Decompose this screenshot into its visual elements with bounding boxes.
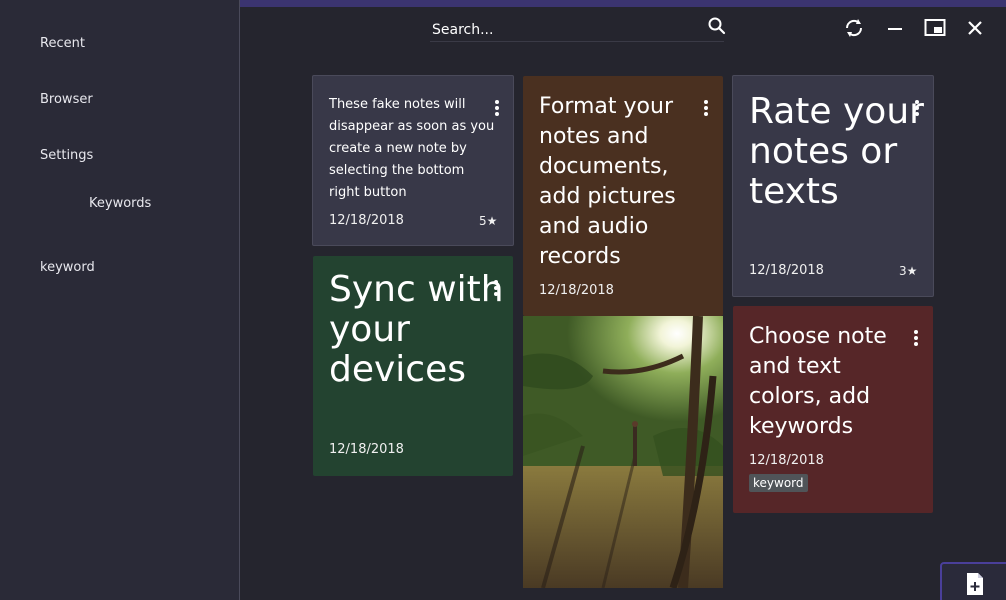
note-card[interactable]: Format your notes and documents, add pic… bbox=[523, 76, 723, 316]
sidebar: Recent Browser Settings Keywords keyword bbox=[0, 0, 240, 600]
accent-strip bbox=[240, 0, 1006, 7]
forest-photo bbox=[523, 316, 723, 588]
minimize-icon[interactable] bbox=[883, 16, 907, 40]
note-card[interactable]: Choose note and text colors, add keyword… bbox=[733, 306, 933, 513]
note-date: 12/18/2018 bbox=[329, 213, 404, 228]
note-text: Rate your notes or texts bbox=[749, 91, 924, 212]
note-date: 12/18/2018 bbox=[749, 263, 824, 278]
note-date: 12/18/2018 bbox=[329, 442, 404, 457]
search-icon[interactable] bbox=[705, 14, 729, 38]
note-card[interactable]: Sync with your devices 12/18/2018 bbox=[313, 256, 513, 476]
sidebar-item-recent[interactable]: Recent bbox=[40, 36, 85, 51]
note-text: These fake notes will disappear as soon … bbox=[329, 97, 495, 200]
add-note-button[interactable] bbox=[940, 562, 1006, 600]
note-date: 12/18/2018 bbox=[749, 453, 824, 468]
note-rating: 3★ bbox=[899, 264, 918, 278]
more-options-icon[interactable] bbox=[489, 98, 505, 118]
sidebar-item-browser[interactable]: Browser bbox=[40, 92, 93, 107]
note-text: Sync with your devices bbox=[329, 269, 504, 390]
more-options-icon[interactable] bbox=[488, 278, 504, 298]
sync-icon[interactable] bbox=[842, 16, 866, 40]
note-date: 12/18/2018 bbox=[539, 283, 614, 298]
keyword-chip[interactable]: keyword bbox=[749, 474, 808, 492]
more-options-icon[interactable] bbox=[908, 328, 924, 348]
note-rating: 5★ bbox=[479, 214, 498, 228]
more-options-icon[interactable] bbox=[909, 98, 925, 118]
note-card[interactable]: Rate your notes or texts 12/18/2018 3★ bbox=[732, 75, 934, 297]
sidebar-item-settings[interactable]: Settings bbox=[40, 148, 93, 163]
note-text: Choose note and text colors, add keyword… bbox=[749, 324, 887, 439]
note-card[interactable]: These fake notes will disappear as soon … bbox=[312, 75, 514, 246]
note-text: Format your notes and documents, add pic… bbox=[539, 94, 676, 269]
add-note-icon bbox=[967, 573, 983, 595]
sidebar-item-keywords[interactable]: Keywords bbox=[89, 196, 151, 211]
close-icon[interactable] bbox=[963, 16, 987, 40]
maximize-icon[interactable] bbox=[923, 16, 947, 40]
more-options-icon[interactable] bbox=[698, 98, 714, 118]
search-input[interactable] bbox=[430, 18, 724, 42]
sidebar-item-keyword[interactable]: keyword bbox=[40, 260, 95, 275]
